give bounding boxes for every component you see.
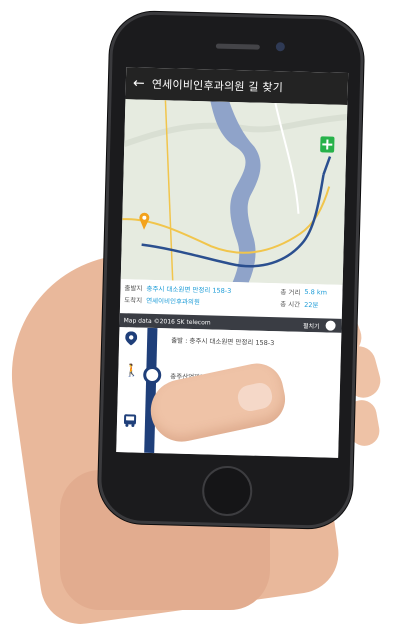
- route-step-1: 출발 : 충주시 대소원면 만정리 158-3: [171, 336, 275, 348]
- time-label: 총 시간: [280, 300, 301, 309]
- walk-icon: 🚶: [124, 363, 140, 378]
- destination-label: 도착지: [124, 296, 143, 305]
- origin-value: 충주시 대소원면 만정리 158-3: [146, 284, 232, 296]
- map-view[interactable]: [120, 99, 348, 285]
- home-button[interactable]: [201, 465, 253, 517]
- bus-icon: [123, 413, 137, 430]
- distance-value: 5.8 km: [304, 287, 328, 297]
- route-summary: 출발지 충주시 대소원면 만정리 158-3 도착지 연세이비인후과의원 총 거…: [119, 279, 343, 319]
- back-arrow-icon[interactable]: ←: [126, 75, 152, 92]
- earpiece: [215, 43, 260, 50]
- destination-value: 연세이비인후과의원: [146, 296, 201, 307]
- time-value: 22분: [304, 300, 319, 310]
- expand-label: 펼치기: [302, 322, 320, 331]
- phone-device: ← 연세이비인후과의원 길 찾기 출발지 충주시 대소원면 만정리 158-3 …: [97, 10, 365, 530]
- map-graphic: [120, 99, 348, 285]
- map-attribution: Map data ©2016 SK telecom: [123, 316, 211, 326]
- origin-label: 출발지: [124, 284, 143, 293]
- route-step-dot: [142, 365, 162, 385]
- expand-toggle[interactable]: [325, 320, 336, 331]
- front-camera: [275, 42, 285, 52]
- page-title: 연세이비인후과의원 길 찾기: [151, 77, 284, 95]
- route-timeline: [144, 327, 158, 454]
- location-pin-icon: [125, 331, 138, 348]
- distance-label: 총 거리: [280, 288, 301, 297]
